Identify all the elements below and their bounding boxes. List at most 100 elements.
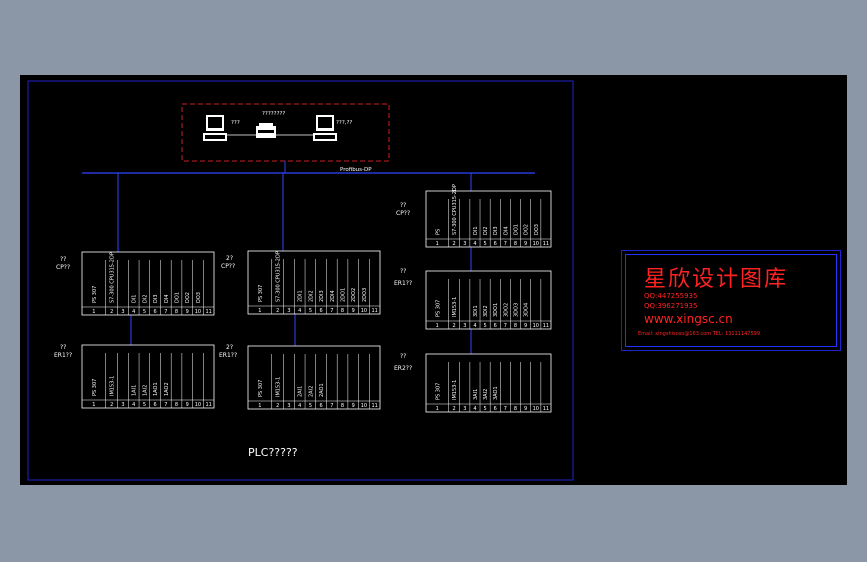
slot-number: 8 — [341, 403, 344, 409]
slot-number: 6 — [494, 323, 497, 329]
slot-number: 8 — [175, 309, 178, 315]
rack-er4: 1 2 3 4 5 6 7 8 9 10 11 PS 307 IM153-1 3AI1 3AI2 3AO1 — [425, 353, 552, 413]
module-label: 3AI1 — [473, 389, 479, 400]
station-cp2-label-bottom: CP?? — [221, 263, 235, 270]
slot-number: 7 — [504, 241, 507, 247]
slot-number: 10 — [361, 308, 367, 314]
rack-frame — [247, 345, 381, 410]
slot-number: 5 — [309, 403, 312, 409]
slot-number: 11 — [543, 241, 549, 247]
module-label: IM153-1 — [452, 380, 458, 400]
slot-number: 7 — [504, 323, 507, 329]
bus-label: Profibus-DP — [340, 167, 372, 173]
slot-number: 4 — [132, 309, 135, 315]
slot-number: 3 — [287, 403, 290, 409]
slot-number: 6 — [320, 308, 323, 314]
slot-number: 2 — [453, 241, 456, 247]
slot-number: 3 — [463, 406, 466, 412]
module-label: 2DO2 — [351, 288, 357, 302]
slot-number: 5 — [143, 309, 146, 315]
module-label: PS 307 — [258, 285, 264, 302]
module-label: 2AI2 — [308, 386, 314, 397]
pc-right-icon — [313, 115, 337, 141]
module-label: 2DI1 — [298, 290, 304, 302]
slot-number: 10 — [195, 309, 201, 315]
logo-block: 星欣设计图库 QQ:447255935 QQ:396271935 www.xin… — [621, 250, 841, 351]
slot-number: 11 — [371, 308, 377, 314]
slot-number: 10 — [361, 403, 367, 409]
slot-number: 5 — [484, 406, 487, 412]
rack-er3: 1 2 3 4 5 6 7 8 9 10 11 PS 307 IM153-1 3DI1 3DI2 3DO1 3D… — [425, 270, 552, 330]
module-label: DI1 — [132, 294, 138, 303]
module-label: 2DI3 — [319, 290, 325, 302]
module-label: 3DO2 — [503, 303, 509, 317]
slot-number: 9 — [524, 406, 527, 412]
rack-frame — [247, 250, 381, 315]
rack-er1: 1 2 3 4 5 6 7 8 9 10 11 PS 307 IM153-1 1AI1 1AI2 1AO1 1A… — [81, 344, 215, 409]
module-label: DI2 — [483, 226, 489, 235]
slot-number: 6 — [154, 309, 157, 315]
slot-number: 4 — [298, 403, 301, 409]
slot-number: 10 — [195, 402, 201, 408]
slot-number: 10 — [533, 323, 539, 329]
module-label: DO3 — [196, 292, 202, 303]
module-label: 3DI2 — [483, 305, 489, 317]
slot-number: 2 — [453, 406, 456, 412]
rack-frame — [425, 190, 552, 248]
logo-url: www.xingsc.cn — [644, 312, 733, 326]
slot-number: 1 — [92, 309, 95, 315]
station-er3-label-top: ?? — [400, 268, 406, 275]
module-label: PS 307 — [435, 300, 441, 317]
slot-number: 9 — [352, 308, 355, 314]
module-label: DI1 — [473, 226, 479, 235]
operator-station-box — [181, 103, 390, 162]
slot-number: 10 — [533, 241, 539, 247]
rack-frame — [81, 344, 215, 409]
module-label: 1AO1 — [153, 382, 159, 396]
pc-left-icon — [203, 115, 227, 141]
slot-number: 6 — [154, 402, 157, 408]
pc-left-label: ??? — [231, 120, 240, 126]
module-label: S7-300 CPU315-2DP — [452, 184, 458, 235]
station-er4-label-bottom: ER2?? — [394, 365, 412, 372]
slot-number: 4 — [473, 323, 476, 329]
module-label: DI4 — [503, 226, 509, 235]
module-label: IM153-1 — [276, 377, 282, 397]
module-label: DO3 — [534, 224, 540, 235]
slot-number: 5 — [484, 241, 487, 247]
bottom-title: PLC????? — [248, 446, 298, 459]
slot-number: 4 — [132, 402, 135, 408]
slot-number: 2 — [276, 403, 279, 409]
station-er2-label-bottom: ER1?? — [219, 352, 237, 359]
module-label: 2AO1 — [319, 383, 325, 397]
pc-right-label: ???,?? — [336, 120, 352, 126]
slot-number: 8 — [341, 308, 344, 314]
module-label: IM153-1 — [110, 376, 116, 396]
module-label: PS — [435, 229, 441, 235]
slot-number: 8 — [514, 241, 517, 247]
rack-frame — [81, 251, 215, 316]
module-label: 3DO4 — [524, 303, 530, 317]
module-label: 3AI2 — [483, 389, 489, 400]
module-label: 2DO3 — [362, 288, 368, 302]
slot-number: 9 — [352, 403, 355, 409]
slot-number: 10 — [533, 406, 539, 412]
module-label: 2DI4 — [330, 290, 336, 302]
slot-number: 4 — [298, 308, 301, 314]
station-er2-label-top: 2? — [226, 344, 233, 351]
module-label: PS 307 — [435, 383, 441, 400]
slot-number: 7 — [504, 406, 507, 412]
slot-number: 9 — [186, 309, 189, 315]
module-label: DO2 — [524, 224, 530, 235]
slot-number: 4 — [473, 241, 476, 247]
slot-number: 6 — [320, 403, 323, 409]
slot-number: 11 — [371, 403, 377, 409]
slot-number: 2 — [276, 308, 279, 314]
slot-number: 1 — [436, 241, 439, 247]
slot-number: 3 — [463, 323, 466, 329]
slot-number: 6 — [494, 241, 497, 247]
slot-number: 5 — [484, 323, 487, 329]
station-cp2-label-top: 2? — [226, 255, 233, 262]
slot-number: 1 — [436, 406, 439, 412]
slot-number: 9 — [524, 323, 527, 329]
